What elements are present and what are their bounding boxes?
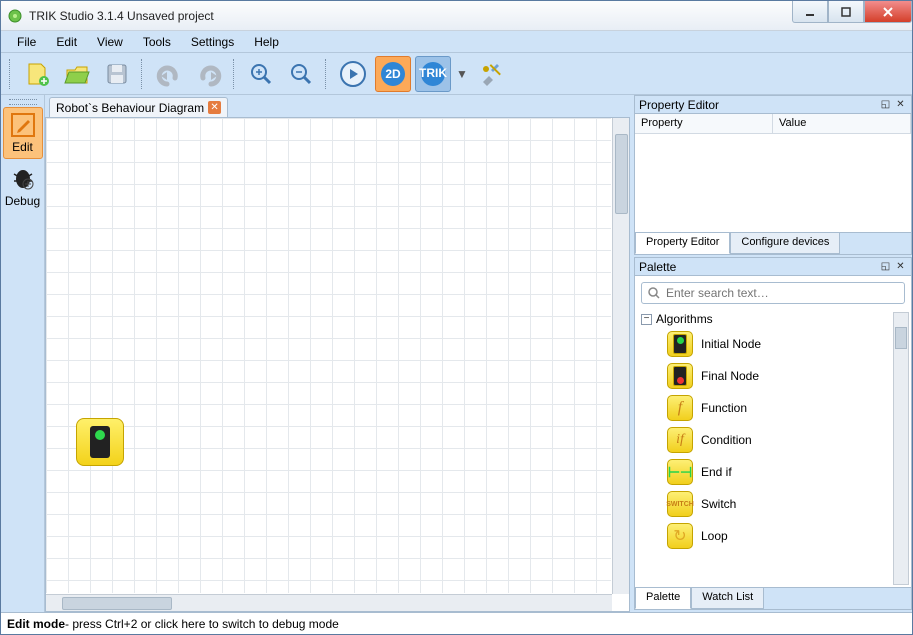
mode-dropdown[interactable]: ▼	[455, 56, 469, 92]
traffic-light-icon	[90, 426, 110, 458]
col-value[interactable]: Value	[773, 114, 911, 133]
zoom-out-button[interactable]	[283, 56, 319, 92]
mode-strip: Edit Debug	[1, 95, 45, 612]
edit-mode-button[interactable]: Edit	[3, 107, 43, 159]
canvas-horizontal-scrollbar[interactable]	[46, 594, 612, 611]
open-file-button[interactable]	[59, 56, 95, 92]
new-file-button[interactable]	[19, 56, 55, 92]
status-bar[interactable]: Edit mode - press Ctrl+2 or click here t…	[1, 612, 912, 634]
palette-item-initial-node[interactable]: Initial Node	[641, 328, 907, 360]
menu-view[interactable]: View	[87, 32, 133, 52]
svg-text:2D: 2D	[385, 67, 401, 81]
undo-button[interactable]	[151, 56, 187, 92]
canvas-vertical-scrollbar[interactable]	[612, 118, 629, 594]
palette-item-label: Switch	[701, 497, 736, 511]
menu-settings[interactable]: Settings	[181, 32, 244, 52]
close-button[interactable]	[864, 1, 912, 23]
edit-mode-label: Edit	[12, 140, 33, 154]
save-button[interactable]	[99, 56, 135, 92]
trik-mode-button[interactable]: TRIK	[415, 56, 451, 92]
tab-property-editor[interactable]: Property Editor	[635, 233, 730, 254]
palette-item-label: Loop	[701, 529, 728, 543]
initial-node-block[interactable]	[76, 418, 124, 466]
palette-item-label: End if	[701, 465, 732, 479]
palette-item-condition[interactable]: if Condition	[641, 424, 907, 456]
end-if-icon: ⊢⊣	[667, 459, 693, 485]
palette-item-switch[interactable]: SWITCH Switch	[641, 488, 907, 520]
property-columns: Property Value	[635, 114, 911, 134]
menu-edit[interactable]: Edit	[46, 32, 87, 52]
app-icon	[7, 8, 23, 24]
property-editor-panel: Property Editor ◱ ✕ Property Value Prope…	[634, 95, 912, 255]
doc-tab-behaviour[interactable]: Robot`s Behaviour Diagram ✕	[49, 97, 228, 117]
doc-tab-close[interactable]: ✕	[208, 101, 221, 114]
palette-scrollbar[interactable]	[893, 312, 909, 585]
collapse-icon[interactable]: −	[641, 314, 652, 325]
palette-item-label: Initial Node	[701, 337, 761, 351]
panel-close-icon[interactable]: ✕	[894, 98, 907, 111]
loop-icon: ↻	[667, 523, 693, 549]
palette-search-input[interactable]	[666, 286, 898, 300]
panel-undock-icon[interactable]: ◱	[879, 260, 892, 273]
debug-icon	[10, 166, 36, 192]
palette-title: Palette	[639, 260, 676, 274]
palette-item-loop[interactable]: ↻ Loop	[641, 520, 907, 552]
palette-item-final-node[interactable]: Final Node	[641, 360, 907, 392]
settings-tool-button[interactable]	[473, 56, 509, 92]
status-hint: - press Ctrl+2 or click here to switch t…	[65, 617, 339, 631]
edit-icon	[10, 112, 36, 138]
redo-button[interactable]	[191, 56, 227, 92]
palette-item-label: Function	[701, 401, 747, 415]
panel-close-icon[interactable]: ✕	[894, 260, 907, 273]
window-title: TRIK Studio 3.1.4 Unsaved project	[29, 9, 792, 23]
menu-tools[interactable]: Tools	[133, 32, 181, 52]
tab-watch-list[interactable]: Watch List	[691, 588, 764, 609]
palette-item-label: Condition	[701, 433, 752, 447]
condition-icon: if	[667, 427, 693, 453]
minimize-button[interactable]	[792, 1, 828, 23]
debug-mode-label: Debug	[5, 194, 40, 208]
function-icon: f	[667, 395, 693, 421]
final-node-icon	[667, 363, 693, 389]
toolbar-separator	[141, 59, 145, 89]
palette-tree: − Algorithms Initial Node Final Node f F…	[635, 310, 911, 587]
search-icon	[648, 287, 660, 299]
initial-node-icon	[667, 331, 693, 357]
palette-item-label: Final Node	[701, 369, 759, 383]
doc-tab-label: Robot`s Behaviour Diagram	[56, 101, 204, 115]
titlebar: TRIK Studio 3.1.4 Unsaved project	[1, 1, 912, 31]
diagram-canvas[interactable]	[46, 118, 611, 593]
2d-mode-button[interactable]: 2D	[375, 56, 411, 92]
palette-search[interactable]	[641, 282, 905, 304]
tab-palette[interactable]: Palette	[635, 588, 691, 609]
property-editor-title: Property Editor	[639, 98, 719, 112]
property-body	[635, 134, 911, 232]
toolbar-separator	[233, 59, 237, 89]
tab-configure-devices[interactable]: Configure devices	[730, 233, 840, 254]
col-property[interactable]: Property	[635, 114, 773, 133]
run-button[interactable]	[335, 56, 371, 92]
switch-icon: SWITCH	[667, 491, 693, 517]
maximize-button[interactable]	[828, 1, 864, 23]
debug-mode-button[interactable]: Debug	[3, 161, 43, 213]
palette-item-function[interactable]: f Function	[641, 392, 907, 424]
canvas-viewport	[45, 117, 630, 612]
status-mode: Edit mode	[7, 617, 65, 631]
palette-panel: Palette ◱ ✕ − Algorithms Init	[634, 257, 912, 610]
palette-group-algorithms[interactable]: − Algorithms	[641, 310, 907, 328]
palette-item-end-if[interactable]: ⊢⊣ End if	[641, 456, 907, 488]
toolbar-separator	[325, 59, 329, 89]
toolbar: 2D TRIK ▼	[1, 53, 912, 95]
toolbar-grip[interactable]	[9, 59, 13, 89]
menu-file[interactable]: File	[7, 32, 46, 52]
menubar: File Edit View Tools Settings Help	[1, 31, 912, 53]
document-tabs: Robot`s Behaviour Diagram ✕	[45, 95, 630, 117]
panel-undock-icon[interactable]: ◱	[879, 98, 892, 111]
group-label: Algorithms	[656, 312, 713, 326]
mode-strip-grip[interactable]	[9, 99, 37, 105]
svg-text:TRIK: TRIK	[419, 66, 447, 80]
zoom-in-button[interactable]	[243, 56, 279, 92]
menu-help[interactable]: Help	[244, 32, 289, 52]
